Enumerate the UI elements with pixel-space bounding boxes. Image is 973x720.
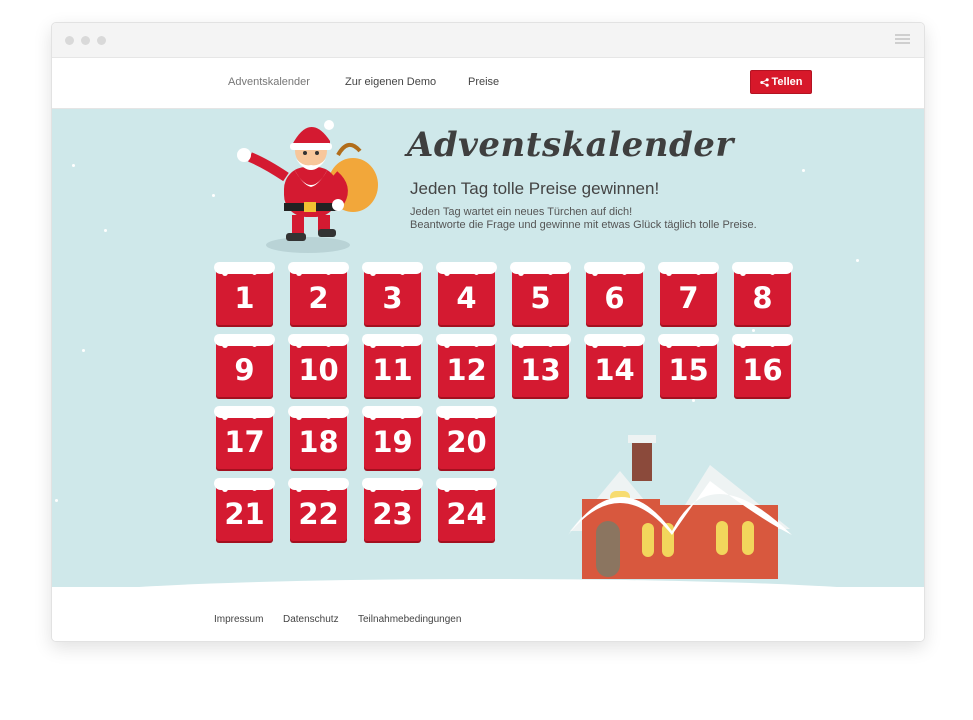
- door-number: 16: [742, 353, 783, 387]
- door-number: 11: [372, 353, 413, 387]
- door-number: 24: [446, 497, 487, 531]
- window-dot: [65, 36, 74, 45]
- door-number: 1: [234, 281, 255, 315]
- door-number: 2: [308, 281, 329, 315]
- nav-item-demo[interactable]: Zur eigenen Demo: [345, 76, 436, 88]
- door-snow-cap: [288, 406, 349, 420]
- door-number: 17: [224, 425, 265, 459]
- door-snow-cap: [362, 262, 423, 276]
- door-23[interactable]: 23: [362, 478, 423, 541]
- door-4[interactable]: 4: [436, 262, 497, 325]
- door-snow-cap: [658, 334, 719, 348]
- window-dot: [97, 36, 106, 45]
- footer: Impressum Datenschutz Teilnahmebedingung…: [52, 587, 924, 641]
- door-snow-cap: [214, 406, 275, 420]
- share-button[interactable]: Tellen: [750, 70, 812, 94]
- top-navigation: Adventskalender Zur eigenen Demo Preise …: [52, 58, 924, 109]
- door-9[interactable]: 9: [214, 334, 275, 397]
- door-number: 19: [372, 425, 413, 459]
- door-number: 7: [678, 281, 699, 315]
- browser-window: Adventskalender Zur eigenen Demo Preise …: [51, 22, 925, 642]
- door-snow-cap: [732, 334, 793, 348]
- door-11[interactable]: 11: [362, 334, 423, 397]
- door-number: 10: [298, 353, 339, 387]
- door-21[interactable]: 21: [214, 478, 275, 541]
- page-title: Adventskalender: [407, 125, 734, 165]
- door-20[interactable]: 20: [436, 406, 497, 469]
- hamburger-icon[interactable]: [895, 34, 910, 45]
- door-snow-cap: [436, 478, 497, 492]
- share-icon: [759, 77, 769, 87]
- door-snow-cap: [362, 478, 423, 492]
- door-5[interactable]: 5: [510, 262, 571, 325]
- footer-link-impressum[interactable]: Impressum: [214, 614, 263, 625]
- door-snow-cap: [436, 262, 497, 276]
- door-snow-cap: [214, 334, 275, 348]
- door-number: 9: [234, 353, 255, 387]
- door-snow-cap: [288, 478, 349, 492]
- door-number: 4: [456, 281, 477, 315]
- santa-illustration: [237, 120, 378, 253]
- door-number: 6: [604, 281, 625, 315]
- advent-hero: Adventskalender Jeden Tag tolle Preise g…: [52, 109, 924, 587]
- browser-chrome: [52, 23, 924, 58]
- door-18[interactable]: 18: [288, 406, 349, 469]
- door-15[interactable]: 15: [658, 334, 719, 397]
- share-label: Tellen: [771, 76, 803, 88]
- door-snow-cap: [436, 406, 497, 420]
- page-subtitle: Jeden Tag tolle Preise gewinnen!: [410, 179, 660, 198]
- door-22[interactable]: 22: [288, 478, 349, 541]
- house-illustration: [568, 435, 792, 579]
- door-8[interactable]: 8: [732, 262, 793, 325]
- door-snow-cap: [214, 478, 275, 492]
- intro-text: Jeden Tag wartet ein neues Türchen auf d…: [410, 206, 757, 232]
- door-snow-cap: [288, 334, 349, 348]
- door-12[interactable]: 12: [436, 334, 497, 397]
- window-dot: [81, 36, 90, 45]
- door-number: 3: [382, 281, 403, 315]
- door-3[interactable]: 3: [362, 262, 423, 325]
- door-snow-cap: [584, 262, 645, 276]
- door-snow-cap: [288, 262, 349, 276]
- intro-line: Beantworte die Frage und gewinne mit etw…: [410, 219, 757, 231]
- door-snow-cap: [658, 262, 719, 276]
- door-number: 14: [594, 353, 635, 387]
- door-14[interactable]: 14: [584, 334, 645, 397]
- door-snow-cap: [214, 262, 275, 276]
- door-snow-cap: [732, 262, 793, 276]
- footer-link-teilnahmebedingungen[interactable]: Teilnahmebedingungen: [358, 614, 461, 625]
- door-19[interactable]: 19: [362, 406, 423, 469]
- door-1[interactable]: 1: [214, 262, 275, 325]
- door-number: 21: [224, 497, 265, 531]
- door-number: 20: [446, 425, 487, 459]
- door-16[interactable]: 16: [732, 334, 793, 397]
- door-snow-cap: [510, 262, 571, 276]
- door-10[interactable]: 10: [288, 334, 349, 397]
- door-snow-cap: [510, 334, 571, 348]
- door-24[interactable]: 24: [436, 478, 497, 541]
- door-13[interactable]: 13: [510, 334, 571, 397]
- door-number: 18: [298, 425, 339, 459]
- nav-item-preise[interactable]: Preise: [468, 76, 499, 88]
- door-snow-cap: [362, 406, 423, 420]
- door-snow-cap: [584, 334, 645, 348]
- nav-item-adventskalender[interactable]: Adventskalender: [228, 76, 310, 88]
- door-snow-cap: [362, 334, 423, 348]
- door-snow-cap: [436, 334, 497, 348]
- door-number: 8: [752, 281, 773, 315]
- door-number: 22: [298, 497, 339, 531]
- door-number: 5: [530, 281, 551, 315]
- door-17[interactable]: 17: [214, 406, 275, 469]
- door-6[interactable]: 6: [584, 262, 645, 325]
- door-number: 12: [446, 353, 487, 387]
- door-number: 23: [372, 497, 413, 531]
- door-number: 13: [520, 353, 561, 387]
- door-number: 15: [668, 353, 709, 387]
- door-7[interactable]: 7: [658, 262, 719, 325]
- door-2[interactable]: 2: [288, 262, 349, 325]
- intro-line: Jeden Tag wartet ein neues Türchen auf d…: [410, 206, 633, 218]
- footer-link-datenschutz[interactable]: Datenschutz: [283, 614, 339, 625]
